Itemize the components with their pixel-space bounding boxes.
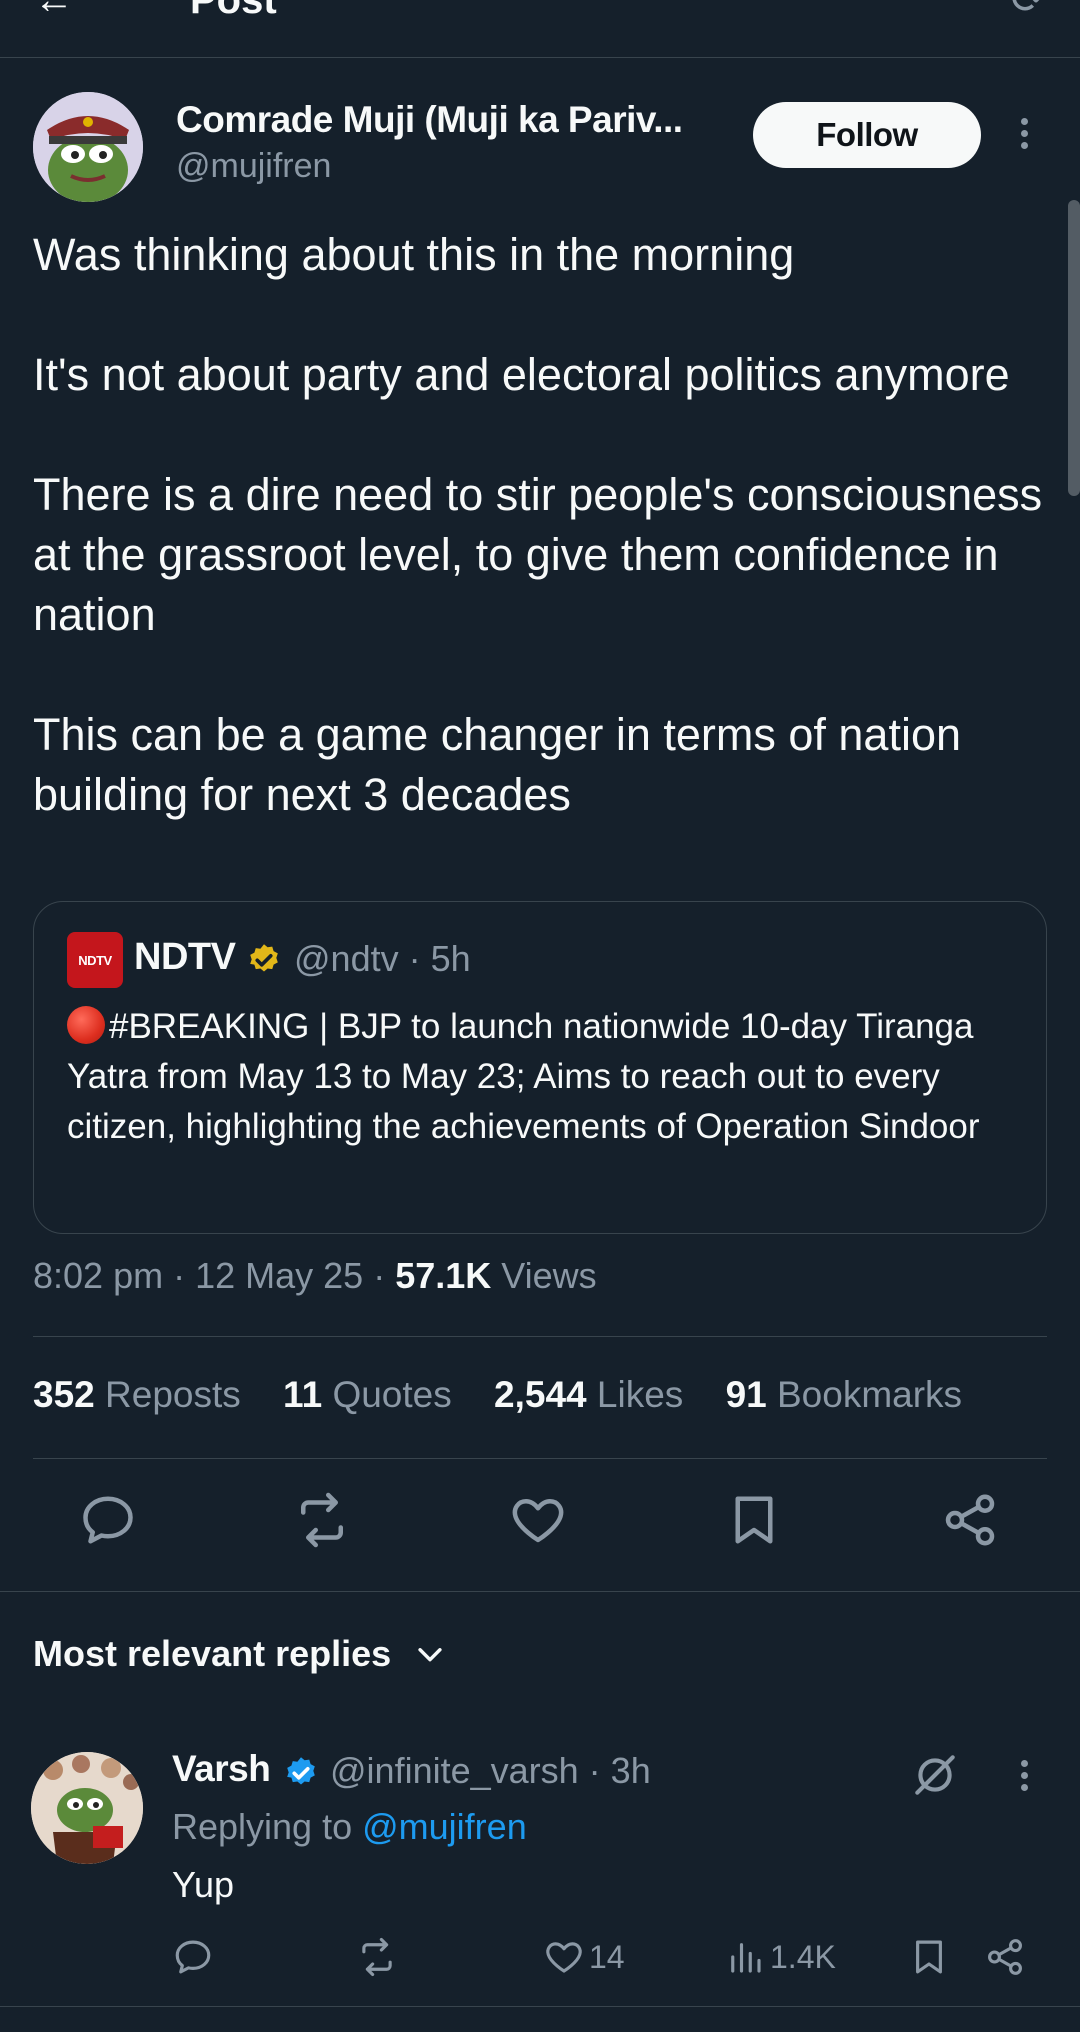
reply-author-name[interactable]: Varsh bbox=[172, 1748, 271, 1790]
verified-blue-badge-icon bbox=[287, 1757, 315, 1785]
author-handle[interactable]: @mujifren bbox=[176, 147, 331, 186]
quoted-post[interactable]: NDTV NDTV @ndtv · 5h #BREAKING | BJP to … bbox=[33, 901, 1047, 1234]
ndtv-logo: NDTV bbox=[67, 932, 123, 988]
reply-icon[interactable] bbox=[78, 1490, 138, 1550]
top-bar: ← Post ⟳ bbox=[0, 0, 1080, 58]
reply-author-avatar[interactable] bbox=[31, 1752, 143, 1864]
reply-repost-button[interactable] bbox=[356, 1930, 398, 1984]
verified-gold-badge-icon bbox=[250, 944, 278, 972]
red-circle-icon bbox=[67, 1006, 105, 1044]
post-actions-bar bbox=[0, 1490, 1080, 1562]
engagement-stats: 352 Reposts 11 Quotes 2,544 Likes 91 Boo… bbox=[33, 1374, 994, 1416]
reply-likes-count: 14 bbox=[589, 1938, 625, 1975]
post-timestamp: 8:02 pm · 12 May 25 · 57.1K Views bbox=[33, 1255, 597, 1296]
quotes-count: 11 bbox=[283, 1374, 323, 1415]
quoted-author-name: NDTV bbox=[134, 936, 236, 978]
page-title: Post bbox=[190, 0, 277, 22]
chevron-down-icon bbox=[418, 1648, 442, 1662]
reply-author-handle[interactable]: @infinite_varsh bbox=[330, 1750, 579, 1791]
grok-icon[interactable] bbox=[910, 1750, 960, 1800]
post-paragraph: There is a dire need to stir people's co… bbox=[33, 469, 1043, 640]
post-paragraph: It's not about party and electoral polit… bbox=[33, 349, 1010, 400]
repost-icon bbox=[362, 1937, 392, 1977]
bookmark-icon bbox=[916, 1940, 942, 1974]
divider bbox=[0, 2006, 1080, 2007]
reply-reply-button[interactable] bbox=[172, 1930, 214, 1984]
quoted-post-body: #BREAKING | BJP to launch nationwide 10-… bbox=[67, 1007, 980, 1146]
likes-label: Likes bbox=[596, 1374, 684, 1415]
likes-count: 2,544 bbox=[494, 1374, 587, 1415]
divider bbox=[0, 1591, 1080, 1592]
replies-sort-dropdown[interactable]: Most relevant replies bbox=[33, 1633, 447, 1675]
divider bbox=[33, 1458, 1047, 1459]
author-name[interactable]: Comrade Muji (Muji ka Pariv... bbox=[176, 99, 716, 141]
bookmarks-count: 91 bbox=[725, 1374, 767, 1415]
refresh-icon[interactable]: ⟳ bbox=[1011, 0, 1046, 23]
reposts-stat[interactable]: 352 Reposts bbox=[33, 1374, 241, 1415]
post-paragraph: Was thinking about this in the morning bbox=[33, 229, 795, 280]
views-label: Views bbox=[501, 1255, 597, 1296]
reply-views-count: 1.4K bbox=[770, 1938, 836, 1975]
more-options-icon[interactable] bbox=[1010, 113, 1038, 163]
like-heart-icon[interactable] bbox=[508, 1490, 568, 1550]
reply-time: 3h bbox=[610, 1750, 651, 1791]
reply-actions-bar: 14 1.4K bbox=[0, 1930, 1080, 1984]
quoted-post-time: 5h bbox=[430, 938, 471, 979]
reply-like-button[interactable]: 14 bbox=[543, 1930, 625, 1984]
bookmarks-stat[interactable]: 91 Bookmarks bbox=[726, 1374, 963, 1415]
like-heart-icon bbox=[546, 1942, 582, 1973]
reply-author-meta: @infinite_varsh · 3h bbox=[330, 1750, 651, 1791]
quoted-post-text: #BREAKING | BJP to launch nationwide 10-… bbox=[67, 1002, 1027, 1152]
reply-views-button[interactable]: 1.4K bbox=[724, 1930, 836, 1984]
replies-section-title: Most relevant replies bbox=[33, 1633, 392, 1674]
reply-icon bbox=[175, 1940, 211, 1974]
post-date: 12 May 25 bbox=[195, 1255, 364, 1296]
likes-stat[interactable]: 2,544 Likes bbox=[494, 1374, 683, 1415]
author-avatar[interactable] bbox=[33, 92, 143, 202]
post-time: 8:02 pm bbox=[33, 1255, 164, 1296]
quoted-author-handle: @ndtv bbox=[294, 938, 399, 979]
replying-to: Replying to @mujifren bbox=[172, 1806, 527, 1848]
reply-bookmark-button[interactable] bbox=[908, 1930, 950, 1984]
reply-text: Yup bbox=[172, 1864, 235, 1905]
bookmark-icon[interactable] bbox=[724, 1490, 784, 1550]
bookmarks-label: Bookmarks bbox=[777, 1374, 963, 1415]
share-icon bbox=[988, 1939, 1022, 1975]
share-icon[interactable] bbox=[940, 1490, 1000, 1550]
post-text: Was thinking about this in the morning I… bbox=[33, 225, 1043, 825]
replying-to-mention[interactable]: @mujifren bbox=[362, 1806, 527, 1847]
reply-more-options-icon[interactable] bbox=[1010, 1755, 1038, 1805]
back-arrow-icon[interactable]: ← bbox=[34, 0, 74, 23]
post-paragraph: This can be a game changer in terms of n… bbox=[33, 709, 962, 820]
repost-icon[interactable] bbox=[292, 1490, 352, 1550]
reposts-count: 352 bbox=[33, 1374, 95, 1415]
quotes-stat[interactable]: 11 Quotes bbox=[283, 1374, 452, 1415]
replying-to-label: Replying to bbox=[172, 1806, 353, 1847]
reposts-label: Reposts bbox=[105, 1374, 241, 1415]
divider bbox=[33, 1336, 1047, 1337]
views-count: 57.1K bbox=[395, 1255, 492, 1296]
scrollbar[interactable] bbox=[1068, 200, 1080, 496]
quoted-author-meta: @ndtv · 5h bbox=[294, 938, 471, 979]
follow-button[interactable]: Follow bbox=[753, 102, 981, 168]
views-chart-icon bbox=[731, 1943, 761, 1973]
quotes-label: Quotes bbox=[332, 1374, 452, 1415]
reply-share-button[interactable] bbox=[984, 1930, 1026, 1984]
